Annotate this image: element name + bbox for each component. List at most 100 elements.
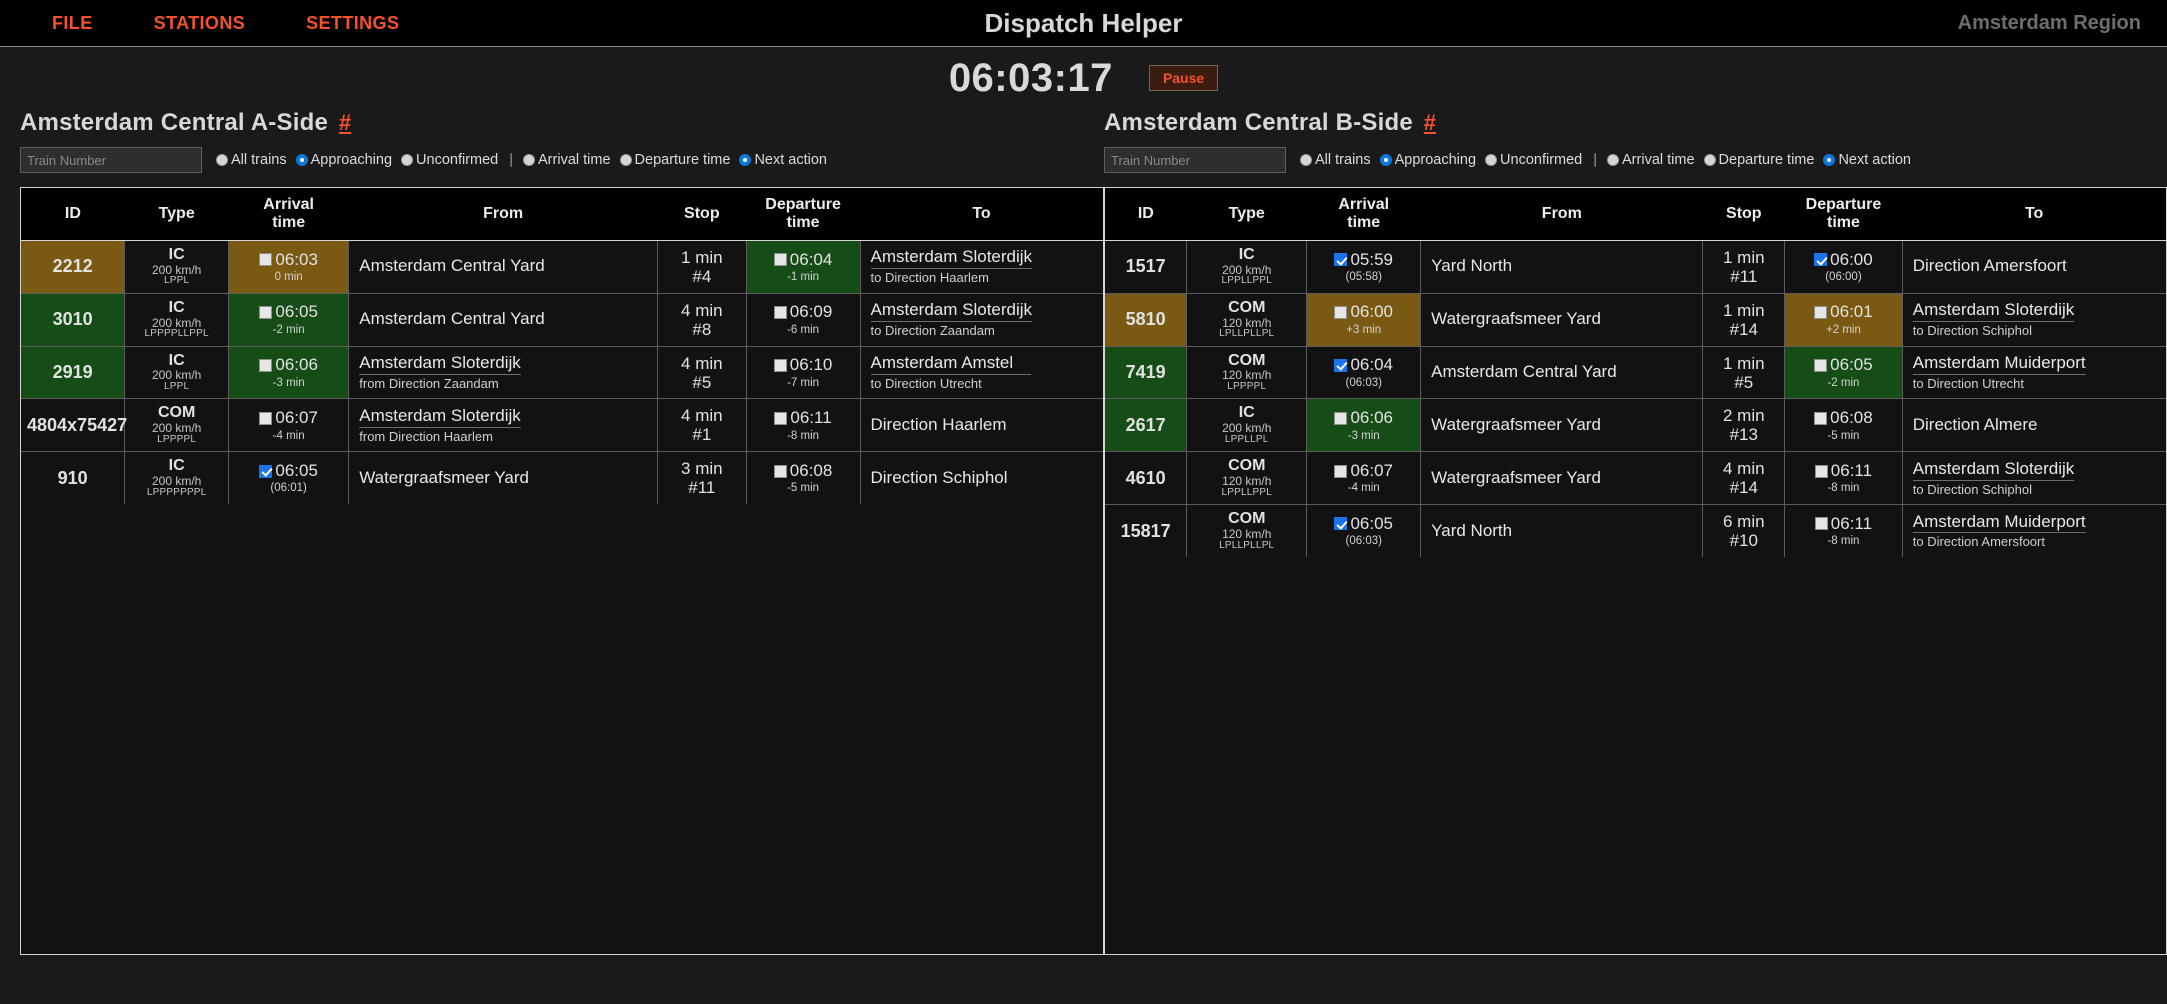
unchecked-checkbox-icon[interactable]	[1814, 517, 1828, 531]
cell-arrival-time[interactable]: 06:05 (06:01)	[228, 451, 350, 505]
unchecked-checkbox-icon[interactable]	[1814, 358, 1828, 372]
cell-train-id[interactable]: 3010	[21, 292, 126, 347]
train-number-input[interactable]	[1104, 147, 1286, 173]
cell-arrival-time[interactable]: 06:03 0 min	[228, 240, 350, 294]
cell-train-id[interactable]: 1517	[1105, 240, 1188, 294]
cell-train-id[interactable]: 15817	[1105, 504, 1188, 558]
cell-departure-time[interactable]: 06:08 -5 min	[746, 451, 861, 505]
table-row[interactable]: 1517 IC 200 km/h LPPLLPPL 05:59 (05:58) Yard N…	[1105, 240, 2166, 294]
cell-train-id[interactable]: 7419	[1105, 345, 1188, 399]
cell-departure-time[interactable]: 06:10 -7 min	[746, 345, 861, 399]
table-row[interactable]: 7419 COM 120 km/h LPPPPL 06:04 (06:03) Amsterd…	[1105, 345, 2166, 399]
table-row[interactable]: 4610 COM 120 km/h LPPLLPPL 06:07 -4 min Waterg…	[1105, 451, 2166, 505]
col-header-type[interactable]: Type	[1186, 188, 1307, 241]
radio-sort-1-panel1[interactable]: Departure time	[1703, 152, 1822, 168]
col-header-to[interactable]: To	[860, 188, 1103, 241]
cell-arrival-time[interactable]: 06:05 -2 min	[228, 292, 350, 347]
table-row[interactable]: 3010 IC 200 km/h LPPPPLLPPL 06:05 -2 min Amste…	[21, 292, 1103, 347]
radio-sort-0-panel0[interactable]: Arrival time	[523, 152, 618, 168]
col-header-arrival-time[interactable]: Arrival time	[1306, 188, 1421, 241]
checked-checkbox-icon[interactable]	[259, 464, 273, 478]
panel-anchor-link[interactable]: #	[339, 110, 351, 135]
table-row[interactable]: 2919 IC 200 km/h LPPL 06:06 -3 min Amsterdam S…	[21, 345, 1103, 399]
panel-anchor-link[interactable]: #	[1424, 110, 1436, 135]
cell-train-id[interactable]: 2919	[21, 345, 126, 399]
cell-train-id[interactable]: 910	[21, 451, 126, 505]
unchecked-checkbox-icon[interactable]	[773, 253, 787, 267]
radio-scope-1-panel0[interactable]: Approaching	[295, 152, 399, 168]
unchecked-checkbox-icon[interactable]	[1334, 305, 1348, 319]
cell-arrival-time[interactable]: 06:07 -4 min	[1306, 451, 1422, 505]
cell-arrival-time[interactable]: 06:07 -4 min	[228, 398, 350, 452]
unchecked-checkbox-icon[interactable]	[1814, 464, 1828, 478]
radio-sort-2-panel1[interactable]: Next action	[1823, 152, 1918, 168]
radio-scope-1-panel1[interactable]: Approaching	[1379, 152, 1483, 168]
unchecked-checkbox-icon[interactable]	[259, 358, 273, 372]
radio-scope-0-panel1[interactable]: All trains	[1300, 152, 1378, 168]
cell-departure-time[interactable]: 06:01 +2 min	[1784, 292, 1903, 347]
unchecked-checkbox-icon[interactable]	[1814, 411, 1828, 425]
unchecked-checkbox-icon[interactable]	[773, 305, 787, 319]
checked-checkbox-icon[interactable]	[1334, 358, 1348, 372]
cell-arrival-time[interactable]: 06:04 (06:03)	[1306, 345, 1422, 399]
unchecked-checkbox-icon[interactable]	[1814, 305, 1828, 319]
cell-train-id[interactable]: 4610	[1105, 451, 1188, 505]
radio-scope-2-panel1[interactable]: Unconfirmed	[1485, 152, 1589, 168]
cell-departure-time[interactable]: 06:04 -1 min	[746, 240, 861, 294]
unchecked-checkbox-icon[interactable]	[1334, 411, 1348, 425]
col-header-departure-time[interactable]: Departure time	[746, 188, 860, 241]
cell-departure-time[interactable]: 06:09 -6 min	[746, 292, 861, 347]
radio-sort-0-panel1[interactable]: Arrival time	[1607, 152, 1702, 168]
checked-checkbox-icon[interactable]	[1814, 253, 1828, 267]
table-row[interactable]: 4804x75427 COM 200 km/h LPPPPL 06:07 -4 min Am…	[21, 398, 1103, 452]
cell-departure-time[interactable]: 06:08 -5 min	[1784, 398, 1903, 452]
cell-arrival-time[interactable]: 06:06 -3 min	[1306, 398, 1422, 452]
cell-departure-time[interactable]: 06:00 (06:00)	[1784, 240, 1903, 294]
unchecked-checkbox-icon[interactable]	[774, 411, 788, 425]
unchecked-checkbox-icon[interactable]	[773, 358, 787, 372]
radio-sort-1-panel0[interactable]: Departure time	[619, 152, 738, 168]
cell-train-id[interactable]: 2212	[21, 240, 126, 294]
table-row[interactable]: 910 IC 200 km/h LPPPPPPPL 06:05 (06:01) Waterg…	[21, 451, 1103, 505]
col-header-departure-time[interactable]: Departure time	[1784, 188, 1903, 241]
menu-settings[interactable]: SETTINGS	[306, 13, 399, 34]
cell-arrival-time[interactable]: 05:59 (05:58)	[1306, 240, 1422, 294]
col-header-arrival-time[interactable]: Arrival time	[228, 188, 349, 241]
col-header-stop[interactable]: Stop	[657, 188, 747, 241]
pause-button[interactable]: Pause	[1148, 65, 1219, 91]
train-number-input[interactable]	[20, 147, 202, 173]
menu-stations[interactable]: STATIONS	[154, 13, 246, 34]
cell-train-id[interactable]: 4804x75427	[21, 398, 127, 452]
radio-scope-2-panel0[interactable]: Unconfirmed	[401, 152, 505, 168]
cell-arrival-time[interactable]: 06:05 (06:03)	[1306, 504, 1422, 558]
checked-checkbox-icon[interactable]	[1334, 253, 1348, 267]
checked-checkbox-icon[interactable]	[1334, 517, 1348, 531]
radio-scope-0-panel0[interactable]: All trains	[216, 152, 294, 168]
col-header-type[interactable]: Type	[124, 188, 229, 241]
col-header-id[interactable]: ID	[21, 188, 125, 241]
col-header-id[interactable]: ID	[1105, 188, 1187, 241]
unchecked-checkbox-icon[interactable]	[1334, 464, 1348, 478]
cell-departure-time[interactable]: 06:11 -8 min	[746, 398, 861, 452]
table-row[interactable]: 2617 IC 200 km/h LPPLLPL 06:06 -3 min Watergra…	[1105, 398, 2166, 452]
table-row[interactable]: 15817 COM 120 km/h LPLLPLLPL 06:05 (06:03) Yar…	[1105, 504, 2166, 558]
table-row[interactable]: 5810 COM 120 km/h LPLLPLLPL 06:00 +3 min Water…	[1105, 292, 2166, 347]
cell-departure-time[interactable]: 06:11 -8 min	[1784, 451, 1903, 505]
col-header-stop[interactable]: Stop	[1702, 188, 1785, 241]
cell-arrival-time[interactable]: 06:00 +3 min	[1306, 292, 1422, 347]
unchecked-checkbox-icon[interactable]	[259, 253, 273, 267]
menu-file[interactable]: FILE	[52, 13, 93, 34]
unchecked-checkbox-icon[interactable]	[773, 464, 787, 478]
cell-train-id[interactable]: 5810	[1105, 292, 1188, 347]
cell-train-id[interactable]: 2617	[1105, 398, 1188, 452]
cell-departure-time[interactable]: 06:05 -2 min	[1784, 345, 1903, 399]
unchecked-checkbox-icon[interactable]	[259, 411, 273, 425]
cell-arrival-time[interactable]: 06:06 -3 min	[228, 345, 350, 399]
radio-sort-2-panel0[interactable]: Next action	[739, 152, 834, 168]
table-row[interactable]: 2212 IC 200 km/h LPPL 06:03 0 min Amsterdam Ce…	[21, 240, 1103, 294]
unchecked-checkbox-icon[interactable]	[259, 305, 273, 319]
cell-departure-time[interactable]: 06:11 -8 min	[1784, 504, 1903, 558]
col-header-to[interactable]: To	[1902, 188, 2166, 241]
col-header-from[interactable]: From	[1420, 188, 1703, 241]
col-header-from[interactable]: From	[348, 188, 658, 241]
